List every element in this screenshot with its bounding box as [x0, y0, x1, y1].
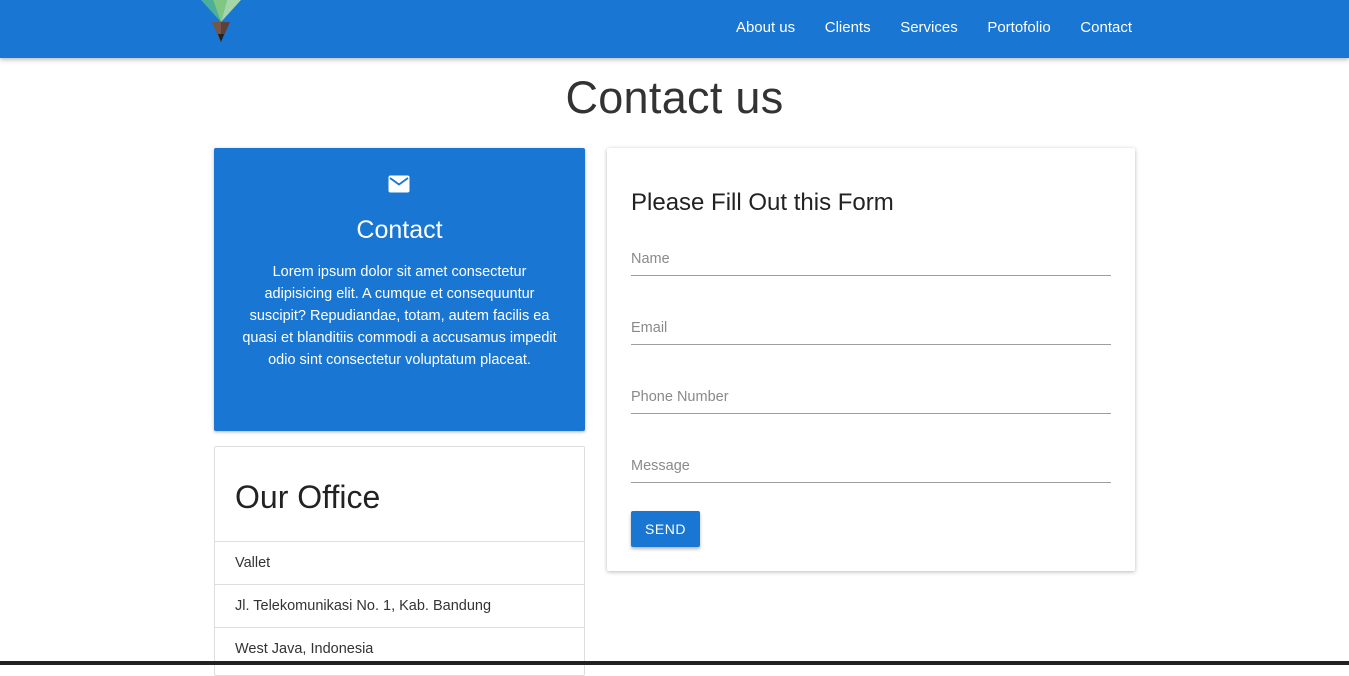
office-title: Our Office	[235, 479, 381, 515]
bottom-edge-bar	[0, 661, 1349, 665]
nav-link-services[interactable]: Services	[885, 19, 972, 36]
contact-info-card: Contact Lorem ipsum dolor sit amet conse…	[214, 148, 585, 431]
nav-link-portofolio[interactable]: Portofolio	[973, 19, 1066, 36]
nav-link-clients[interactable]: Clients	[810, 19, 885, 36]
page-title: Contact us	[565, 72, 784, 123]
top-navbar: About us Clients Services Portofolio Con…	[0, 0, 1349, 58]
office-card: Our Office Vallet Jl. Telekomunikasi No.…	[214, 446, 585, 676]
message-input[interactable]	[631, 449, 1111, 483]
contact-form-card: Please Fill Out this Form SEND	[607, 148, 1135, 571]
form-title: Please Fill Out this Form	[631, 189, 894, 216]
contact-card-text: Lorem ipsum dolor sit amet consectetur a…	[242, 264, 557, 368]
nav-links: About us Clients Services Portofolio Con…	[721, 0, 1132, 54]
email-input[interactable]	[631, 311, 1111, 345]
phone-input[interactable]	[631, 380, 1111, 414]
nav-link-about-us[interactable]: About us	[721, 19, 810, 36]
office-line-address: Jl. Telekomunikasi No. 1, Kab. Bandung	[215, 584, 584, 627]
send-button[interactable]: SEND	[631, 511, 700, 547]
brand-logo-icon[interactable]	[198, 0, 244, 44]
nav-link-contact[interactable]: Contact	[1066, 19, 1132, 36]
envelope-icon	[388, 175, 410, 193]
office-line-name: Vallet	[215, 541, 584, 584]
name-input[interactable]	[631, 242, 1111, 276]
contact-card-title: Contact	[356, 216, 443, 244]
